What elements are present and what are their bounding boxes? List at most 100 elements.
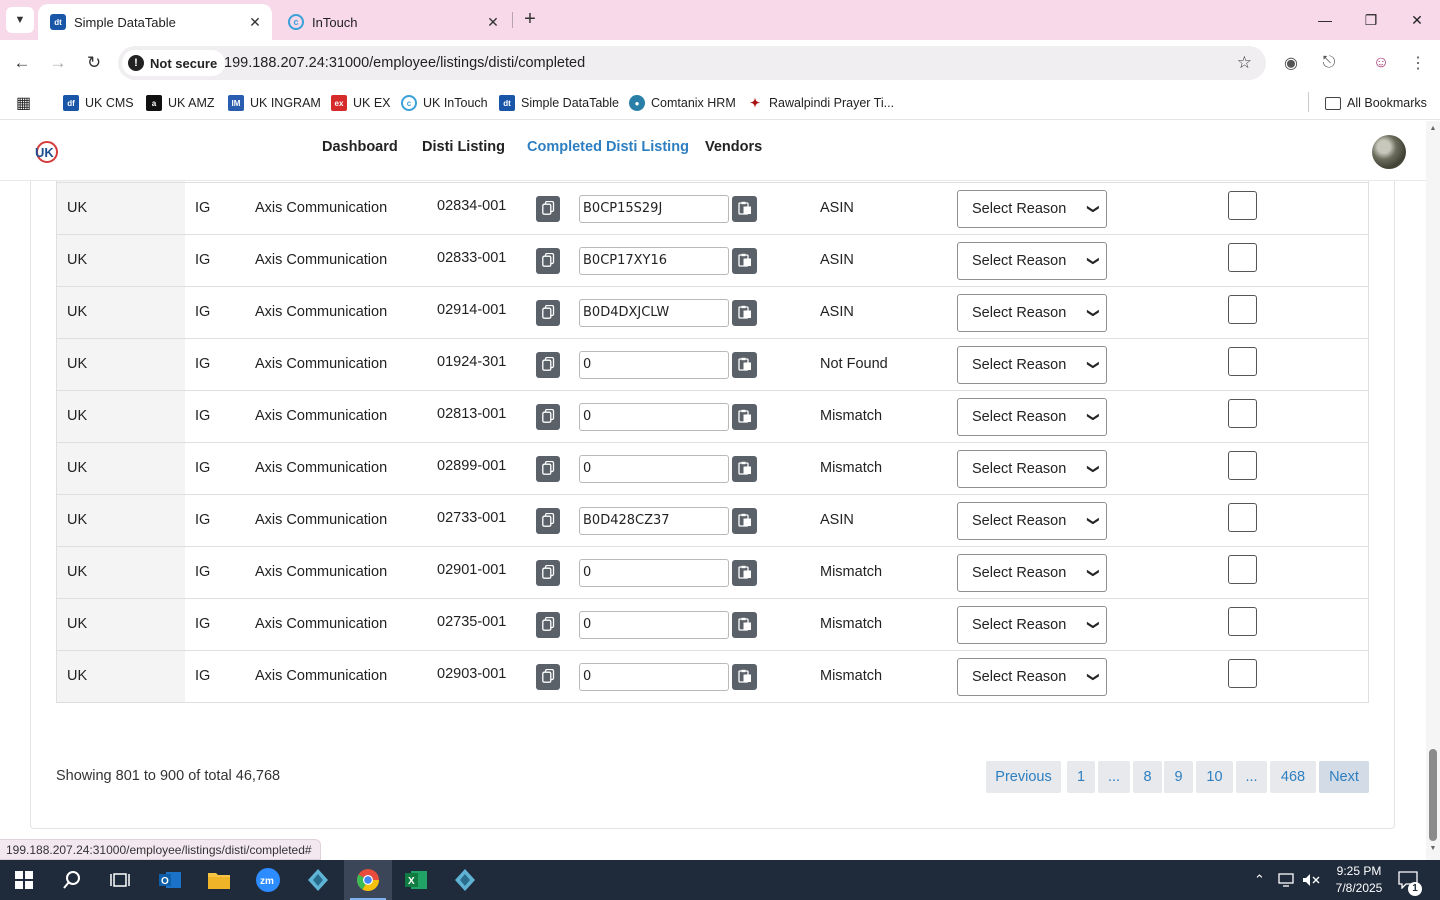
reason-select[interactable]: Select Reason ❮ bbox=[957, 398, 1107, 436]
asin-input[interactable]: B0D428CZ37 bbox=[579, 507, 729, 535]
bookmark-rawalpindi-prayer[interactable]: ✦ Rawalpindi Prayer Ti... bbox=[747, 92, 894, 114]
extensions-puzzle-icon[interactable]: ⎋ bbox=[1318, 52, 1340, 74]
bookmark-all-bookmarks[interactable]: All Bookmarks bbox=[1325, 92, 1427, 114]
reason-select[interactable]: Select Reason ❮ bbox=[957, 502, 1107, 540]
windows-start-icon[interactable] bbox=[0, 860, 48, 900]
reason-select[interactable]: Select Reason ❮ bbox=[957, 554, 1107, 592]
copy-part-button[interactable] bbox=[536, 612, 560, 638]
pagination-previous[interactable]: Previous bbox=[986, 761, 1061, 793]
bookmark-star-icon[interactable]: ☆ bbox=[1237, 46, 1252, 80]
copy-part-button[interactable] bbox=[536, 300, 560, 326]
pagination-page-8[interactable]: 8 bbox=[1133, 761, 1162, 793]
asin-input[interactable]: B0D4DXJCLW bbox=[579, 299, 729, 327]
reload-icon[interactable]: ↻ bbox=[81, 50, 107, 76]
copy-part-button[interactable] bbox=[536, 508, 560, 534]
excel-icon[interactable]: X bbox=[392, 860, 440, 900]
copy-part-button[interactable] bbox=[536, 560, 560, 586]
outlook-icon[interactable]: O bbox=[146, 860, 194, 900]
address-bar[interactable]: ! Not secure 199.188.207.24:31000/employ… bbox=[118, 46, 1266, 80]
pagination-page-10[interactable]: 10 bbox=[1196, 761, 1233, 793]
nav-disti-listing[interactable]: Disti Listing bbox=[422, 139, 505, 155]
paste-asin-button[interactable] bbox=[732, 404, 757, 430]
system-clock[interactable]: 9:25 PM 7/8/2025 bbox=[1322, 863, 1396, 897]
globe-icon[interactable]: ◉ bbox=[1280, 52, 1302, 74]
paste-asin-button[interactable] bbox=[732, 196, 757, 222]
reason-select[interactable]: Select Reason ❮ bbox=[957, 346, 1107, 384]
tab-search-chevron-icon[interactable]: ▼ bbox=[6, 7, 34, 33]
pagination-page-9[interactable]: 9 bbox=[1164, 761, 1193, 793]
menu-kebab-icon[interactable]: ⋮ bbox=[1407, 52, 1429, 74]
minimize-icon[interactable]: — bbox=[1302, 0, 1348, 40]
paste-asin-button[interactable] bbox=[732, 560, 757, 586]
row-checkbox[interactable] bbox=[1228, 659, 1257, 688]
bookmark-uk-ex[interactable]: ex UK EX bbox=[331, 92, 391, 114]
asin-input[interactable]: 0 bbox=[579, 611, 729, 639]
profile-icon[interactable]: ☺ bbox=[1370, 52, 1392, 74]
chrome-icon[interactable] bbox=[344, 860, 392, 900]
copy-part-button[interactable] bbox=[536, 352, 560, 378]
pagination-page-468[interactable]: 468 bbox=[1270, 761, 1316, 793]
page-scrollbar[interactable]: ▲ ▼ bbox=[1426, 121, 1440, 860]
row-checkbox[interactable] bbox=[1228, 451, 1257, 480]
zoom-icon[interactable]: zm bbox=[244, 860, 292, 900]
tab-simple-datatable[interactable]: dt Simple DataTable ✕ bbox=[38, 4, 272, 40]
file-explorer-icon[interactable] bbox=[195, 860, 243, 900]
bookmark-uk-cms[interactable]: df UK CMS bbox=[63, 92, 134, 114]
row-checkbox[interactable] bbox=[1228, 503, 1257, 532]
reason-select[interactable]: Select Reason ❮ bbox=[957, 294, 1107, 332]
app-diamond-icon[interactable] bbox=[441, 860, 489, 900]
security-chip[interactable]: ! Not secure bbox=[122, 50, 226, 76]
copy-part-button[interactable] bbox=[536, 664, 560, 690]
user-avatar[interactable] bbox=[1372, 135, 1406, 169]
restore-icon[interactable]: ❐ bbox=[1348, 0, 1394, 40]
asin-input[interactable]: B0CP15S29J bbox=[579, 195, 729, 223]
tab-intouch[interactable]: c InTouch ✕ bbox=[276, 4, 510, 40]
scroll-up-icon[interactable]: ▲ bbox=[1429, 125, 1437, 132]
copy-part-button[interactable] bbox=[536, 456, 560, 482]
bookmark-simple-datatable[interactable]: dt Simple DataTable bbox=[499, 92, 619, 114]
row-checkbox[interactable] bbox=[1228, 555, 1257, 584]
row-checkbox[interactable] bbox=[1228, 347, 1257, 376]
uk-logo-icon[interactable]: UK bbox=[33, 140, 59, 164]
asin-input[interactable]: 0 bbox=[579, 351, 729, 379]
new-tab-plus-icon[interactable]: + bbox=[518, 8, 542, 32]
paste-asin-button[interactable] bbox=[732, 300, 757, 326]
paste-asin-button[interactable] bbox=[732, 352, 757, 378]
bookmark-uk-ingram[interactable]: IM UK INGRAM bbox=[228, 92, 321, 114]
bookmark-uk-amz[interactable]: a UK AMZ bbox=[146, 92, 215, 114]
row-checkbox[interactable] bbox=[1228, 191, 1257, 220]
copy-part-button[interactable] bbox=[536, 196, 560, 222]
copy-part-button[interactable] bbox=[536, 248, 560, 274]
scroll-down-icon[interactable]: ▼ bbox=[1429, 845, 1437, 852]
pagination-page-1[interactable]: 1 bbox=[1067, 761, 1095, 793]
reason-select[interactable]: Select Reason ❮ bbox=[957, 242, 1107, 280]
paste-asin-button[interactable] bbox=[732, 456, 757, 482]
asin-input[interactable]: 0 bbox=[579, 403, 729, 431]
reason-select[interactable]: Select Reason ❮ bbox=[957, 606, 1107, 644]
asin-input[interactable]: 0 bbox=[579, 559, 729, 587]
row-checkbox[interactable] bbox=[1228, 295, 1257, 324]
bookmark-uk-intouch[interactable]: c UK InTouch bbox=[401, 92, 488, 114]
paste-asin-button[interactable] bbox=[732, 612, 757, 638]
forward-arrow-icon[interactable]: → bbox=[45, 50, 71, 76]
row-checkbox[interactable] bbox=[1228, 607, 1257, 636]
nav-vendors[interactable]: Vendors bbox=[705, 139, 762, 155]
close-window-icon[interactable]: ✕ bbox=[1394, 0, 1440, 40]
bookmark-comtanix-hrm[interactable]: ● Comtanix HRM bbox=[629, 92, 736, 114]
task-view-icon[interactable] bbox=[96, 860, 144, 900]
app-diamond-icon[interactable] bbox=[294, 860, 342, 900]
close-tab-icon[interactable]: ✕ bbox=[484, 14, 502, 31]
reason-select[interactable]: Select Reason ❮ bbox=[957, 658, 1107, 696]
paste-asin-button[interactable] bbox=[732, 508, 757, 534]
network-icon[interactable] bbox=[1278, 860, 1296, 900]
url-text[interactable]: 199.188.207.24:31000/employee/listings/d… bbox=[224, 46, 585, 80]
row-checkbox[interactable] bbox=[1228, 243, 1257, 272]
reason-select[interactable]: Select Reason ❮ bbox=[957, 450, 1107, 488]
nav-completed-disti-listing[interactable]: Completed Disti Listing bbox=[527, 139, 689, 155]
paste-asin-button[interactable] bbox=[732, 664, 757, 690]
close-tab-icon[interactable]: ✕ bbox=[246, 14, 264, 31]
apps-grid-icon[interactable]: ▦ bbox=[16, 92, 31, 114]
volume-muted-icon[interactable] bbox=[1302, 860, 1320, 900]
paste-asin-button[interactable] bbox=[732, 248, 757, 274]
copy-part-button[interactable] bbox=[536, 404, 560, 430]
